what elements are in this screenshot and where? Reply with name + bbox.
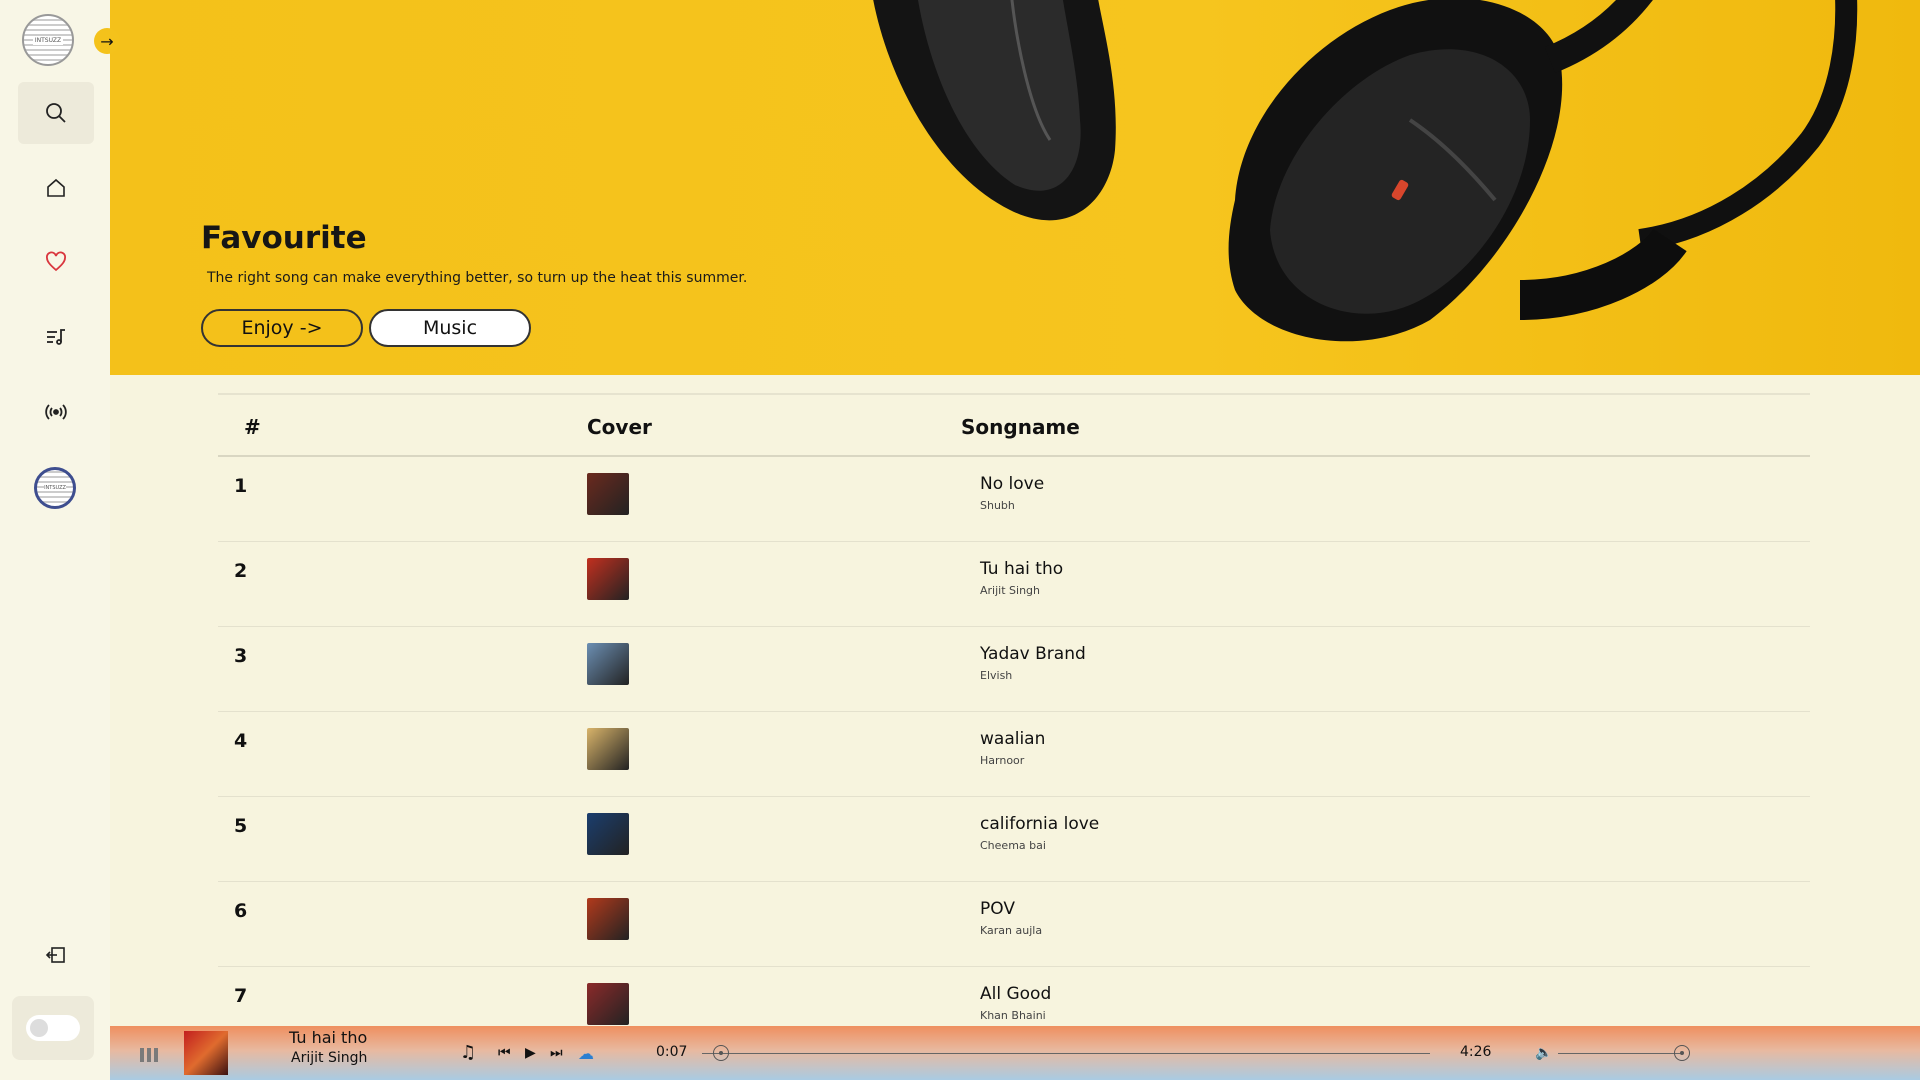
table-row[interactable]: 3 Yadav Brand Elvish	[218, 627, 1810, 712]
header-cover: Cover	[587, 415, 652, 439]
search-icon	[46, 103, 66, 123]
progress-track[interactable]	[702, 1053, 1430, 1054]
volume-knob[interactable]	[1674, 1045, 1690, 1061]
song-info: POV Karan aujla	[980, 899, 1042, 937]
music-note-icon[interactable]: ♫	[460, 1042, 476, 1063]
song-artist: Cheema bai	[980, 839, 1046, 852]
song-cover[interactable]	[587, 983, 629, 1025]
radio-icon	[45, 404, 67, 420]
favourites-table: # Cover Songname 1 No love Shubh 2 Tu hai th…	[218, 393, 1810, 1052]
current-time: 0:07	[656, 1044, 688, 1060]
arrow-right-icon: →	[100, 31, 114, 51]
song-artist: Arijit Singh	[980, 584, 1040, 597]
table-row[interactable]: 5 california love Cheema bai	[218, 797, 1810, 882]
total-time: 4:26	[1460, 1044, 1492, 1060]
nav-logout[interactable]	[18, 924, 94, 986]
playlist-icon	[47, 329, 65, 345]
header-songname: Songname	[961, 415, 1080, 439]
row-number: 7	[234, 985, 248, 1007]
song-cover[interactable]	[587, 898, 629, 940]
nav-favourites[interactable]	[18, 231, 94, 293]
logout-icon	[45, 947, 65, 963]
song-artist: Karan aujla	[980, 924, 1043, 937]
row-number: 1	[234, 475, 248, 497]
song-cover[interactable]	[587, 473, 629, 515]
table-row[interactable]: 6 POV Karan aujla	[218, 882, 1810, 967]
nav-playlist[interactable]	[18, 306, 94, 368]
heart-icon	[46, 251, 66, 272]
expand-sidebar-button[interactable]: →	[94, 28, 120, 54]
page-subtitle: The right song can make everything bette…	[207, 270, 748, 286]
enjoy-button[interactable]: Enjoy ->	[201, 309, 363, 347]
song-title[interactable]: Tu hai tho	[980, 559, 1063, 579]
row-number: 4	[234, 730, 248, 752]
sidebar: INTSUZZ INTSUZZ	[0, 0, 110, 1080]
nav-home[interactable]	[18, 157, 94, 219]
avatar-text: INTSUZZ	[44, 485, 66, 491]
next-icon[interactable]: ⏭	[550, 1045, 563, 1061]
song-info: waalian Harnoor	[980, 729, 1045, 767]
song-info: All Good Khan Bhaini	[980, 984, 1051, 1022]
song-artist: Shubh	[980, 499, 1015, 512]
progress-knob[interactable]	[712, 1045, 729, 1061]
song-cover[interactable]	[587, 813, 629, 855]
row-number: 6	[234, 900, 248, 922]
song-artist: Elvish	[980, 669, 1013, 682]
theme-toggle-container	[12, 996, 94, 1060]
download-icon[interactable]: ☁	[578, 1044, 594, 1063]
music-button[interactable]: Music	[369, 309, 531, 347]
song-artist: Khan Bhaini	[980, 1009, 1046, 1022]
song-info: Tu hai tho Arijit Singh	[980, 559, 1063, 597]
player-bar: Tu hai tho Arijit Singh ♫ ⏮ ▶ ⏭ ☁ 0:07 4…	[110, 1026, 1920, 1080]
table-row[interactable]: 2 Tu hai tho Arijit Singh	[218, 542, 1810, 627]
row-number: 3	[234, 645, 248, 667]
song-cover[interactable]	[587, 558, 629, 600]
song-title[interactable]: POV	[980, 899, 1042, 919]
song-cover[interactable]	[587, 728, 629, 770]
play-icon[interactable]: ▶	[525, 1045, 536, 1061]
song-title[interactable]: waalian	[980, 729, 1045, 749]
header-number: #	[244, 415, 261, 439]
row-number: 5	[234, 815, 248, 837]
song-artist: Harnoor	[980, 754, 1025, 767]
page-title: Favourite	[201, 220, 367, 256]
row-number: 2	[234, 560, 248, 582]
equalizer-icon	[140, 1048, 158, 1062]
table-row[interactable]: 4 waalian Harnoor	[218, 712, 1810, 797]
song-title[interactable]: california love	[980, 814, 1099, 834]
song-title[interactable]: Yadav Brand	[980, 644, 1086, 664]
song-info: No love Shubh	[980, 474, 1044, 512]
table-header: # Cover Songname	[218, 393, 1810, 457]
app-logo[interactable]: INTSUZZ	[22, 14, 74, 66]
now-playing-cover[interactable]	[184, 1031, 228, 1075]
logo-text: INTSUZZ	[32, 35, 64, 45]
table-body: 1 No love Shubh 2 Tu hai tho Arijit Singh 3 Yad…	[218, 457, 1810, 1052]
theme-toggle[interactable]	[26, 1015, 80, 1041]
previous-icon[interactable]: ⏮	[498, 1045, 511, 1061]
table-row[interactable]: 1 No love Shubh	[218, 457, 1810, 542]
song-title[interactable]: All Good	[980, 984, 1051, 1004]
song-info: california love Cheema bai	[980, 814, 1099, 852]
now-playing-artist: Arijit Singh	[291, 1050, 368, 1066]
volume-icon[interactable]: 🔈	[1535, 1045, 1552, 1061]
song-cover[interactable]	[587, 643, 629, 685]
song-info: Yadav Brand Elvish	[980, 644, 1086, 682]
hero-banner: Favourite The right song can make everyt…	[110, 0, 1920, 375]
volume-track[interactable]	[1558, 1053, 1682, 1054]
profile-avatar[interactable]: INTSUZZ	[34, 467, 76, 509]
nav-search[interactable]	[18, 82, 94, 144]
nav-radio[interactable]	[18, 381, 94, 443]
home-icon	[47, 178, 65, 197]
song-title[interactable]: No love	[980, 474, 1044, 494]
now-playing-title: Tu hai tho	[289, 1028, 368, 1047]
